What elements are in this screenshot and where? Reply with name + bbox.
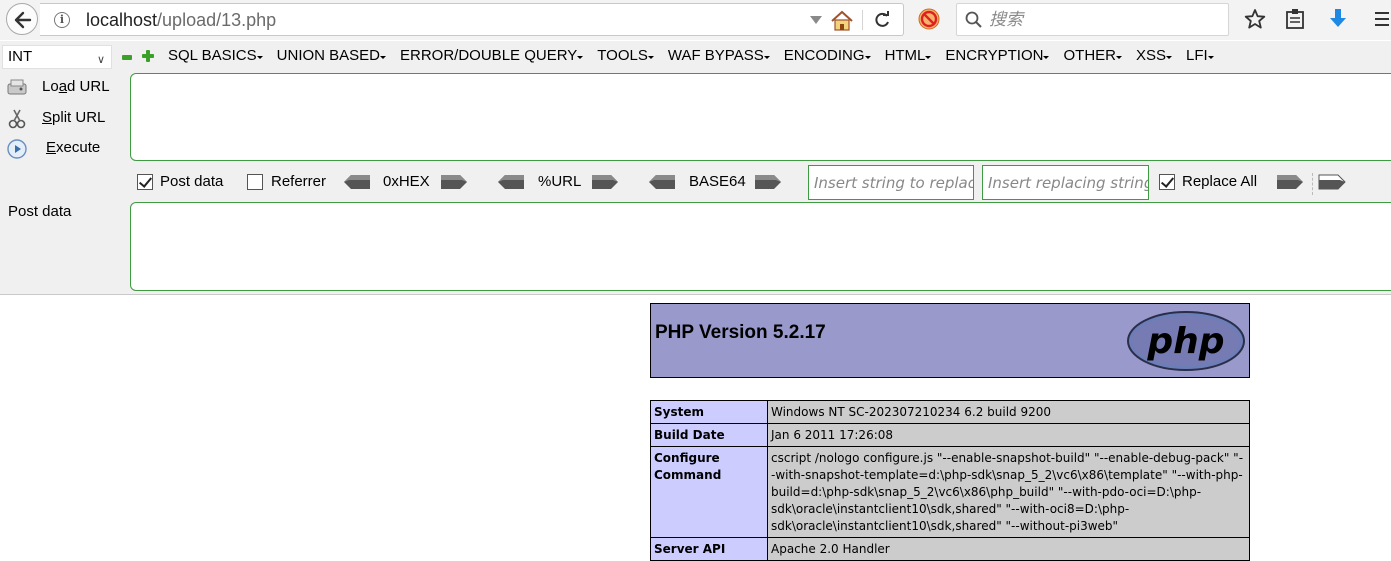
encoding-select[interactable]: INT ∨ <box>2 45 112 69</box>
phpinfo-table: System Windows NT SC-202307210234 6.2 bu… <box>650 400 1250 561</box>
info-icon[interactable]: i <box>54 12 70 28</box>
menu-html[interactable]: HTML <box>885 47 932 67</box>
reading-list-icon[interactable] <box>1285 8 1305 30</box>
base64-decode-arrow-icon[interactable] <box>648 174 676 190</box>
play-icon <box>7 139 27 159</box>
url-encode-label: %URL <box>538 173 582 190</box>
reload-icon[interactable] <box>872 10 892 30</box>
home-icon[interactable] <box>830 10 854 32</box>
replace-string-input[interactable]: Insert string to replace <box>808 165 974 200</box>
php-logo-icon: php <box>1127 311 1245 371</box>
menu-encoding[interactable]: ENCODING <box>784 47 871 67</box>
load-url-icon <box>7 79 27 95</box>
menu-waf-bypass[interactable]: WAF BYPASS <box>668 47 770 67</box>
phpinfo-header: PHP Version 5.2.17 php <box>650 303 1250 378</box>
hex-encode-arrow-icon[interactable] <box>440 174 468 190</box>
row-key: Server API <box>650 537 768 561</box>
back-button[interactable] <box>6 3 38 35</box>
browser-toolbar: i localhost/upload/13.php <box>0 0 1391 40</box>
arrow-left-icon <box>14 11 32 29</box>
post-data-textarea[interactable] <box>130 202 1391 291</box>
search-icon <box>965 11 982 28</box>
table-row: Build Date Jan 6 2011 17:26:08 <box>650 423 1250 447</box>
hex-label: 0xHEX <box>383 173 430 190</box>
urlbar-divider <box>862 10 863 30</box>
row-value: Apache 2.0 Handler <box>767 537 1250 561</box>
hackbar-panel: INT ∨ SQL BASICS UNION BASED ERROR/DOUBL… <box>0 41 1391 295</box>
base64-label: BASE64 <box>689 173 746 190</box>
execute-button[interactable]: Execute <box>4 137 128 161</box>
menu-union-based[interactable]: UNION BASED <box>277 47 387 67</box>
star-icon[interactable] <box>1244 8 1266 30</box>
scissors-icon <box>8 109 26 129</box>
svg-text:php: php <box>1146 321 1224 362</box>
row-value: Windows NT SC-202307210234 6.2 build 920… <box>767 400 1250 424</box>
split-url-button[interactable]: Split URL <box>4 107 128 131</box>
post-data-checkbox[interactable] <box>137 174 153 190</box>
referrer-checkbox-label: Referrer <box>271 173 327 190</box>
download-icon[interactable] <box>1328 8 1348 30</box>
url-decode-arrow-icon[interactable] <box>497 174 525 190</box>
plus-icon[interactable] <box>142 50 154 62</box>
hex-decode-arrow-icon[interactable] <box>343 174 371 190</box>
php-version-title: PHP Version 5.2.17 <box>655 322 826 343</box>
url-dropdown-icon[interactable] <box>810 16 822 24</box>
replace-all-label: Replace All <box>1182 173 1258 190</box>
menu-sql-basics[interactable]: SQL BASICS <box>168 47 263 67</box>
menu-error-double-query[interactable]: ERROR/DOUBLE QUERY <box>400 47 584 67</box>
menu-other[interactable]: OTHER <box>1063 47 1122 67</box>
row-key: Configure Command <box>650 446 768 538</box>
search-input[interactable] <box>989 9 1219 31</box>
table-row: Configure Command cscript /nologo config… <box>650 446 1250 538</box>
menu-icon[interactable] <box>1373 8 1389 30</box>
menu-lfi[interactable]: LFI <box>1186 47 1214 67</box>
menu-xss[interactable]: XSS <box>1136 47 1172 67</box>
row-key: System <box>650 400 768 424</box>
menu-tools[interactable]: TOOLS <box>597 47 654 67</box>
table-row: Server API Apache 2.0 Handler <box>650 537 1250 561</box>
url-encode-arrow-icon[interactable] <box>591 174 619 190</box>
row-value: cscript /nologo configure.js "--enable-s… <box>767 446 1250 538</box>
load-url-button[interactable]: Load URL <box>4 76 128 100</box>
options-row: Post data Referrer 0xHEX %URL BASE64 Rep… <box>0 169 1391 195</box>
replace-next-arrow-icon[interactable] <box>1318 174 1346 190</box>
url-textarea[interactable] <box>130 73 1391 161</box>
replacing-string-input[interactable]: Insert replacing string <box>982 165 1149 200</box>
row-key: Build Date <box>650 423 768 447</box>
hackbar-menu: SQL BASICS UNION BASED ERROR/DOUBLE QUER… <box>168 47 1228 67</box>
replace-all-checkbox[interactable] <box>1159 174 1175 190</box>
search-bar[interactable] <box>956 3 1229 36</box>
options-divider <box>1312 173 1313 195</box>
post-data-checkbox-label: Post data <box>160 173 224 190</box>
minus-icon[interactable] <box>122 55 132 60</box>
replace-arrow-icon[interactable] <box>1276 174 1304 190</box>
table-row: System Windows NT SC-202307210234 6.2 bu… <box>650 400 1250 424</box>
referrer-checkbox[interactable] <box>247 174 263 190</box>
chevron-down-icon: ∨ <box>96 54 105 66</box>
url-text[interactable]: localhost/upload/13.php <box>86 10 276 31</box>
menu-encryption[interactable]: ENCRYPTION <box>945 47 1050 67</box>
post-data-label: Post data <box>8 203 72 220</box>
base64-encode-arrow-icon[interactable] <box>754 174 782 190</box>
row-value: Jan 6 2011 17:26:08 <box>767 423 1250 447</box>
block-addon-icon[interactable] <box>917 7 941 31</box>
address-bar[interactable]: i localhost/upload/13.php <box>40 3 904 36</box>
